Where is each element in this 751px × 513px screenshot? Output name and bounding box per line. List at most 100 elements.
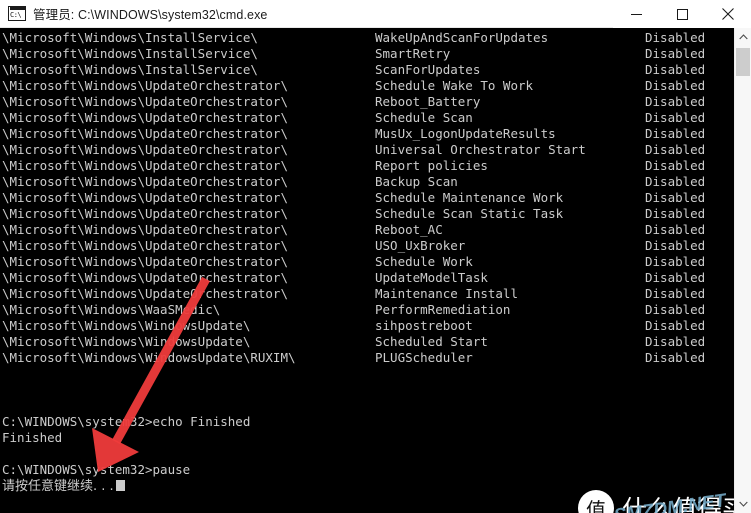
vertical-scrollbar[interactable] bbox=[734, 28, 751, 513]
task-path: \Microsoft\Windows\UpdateOrchestrator\ bbox=[2, 190, 288, 205]
task-state: Disabled bbox=[645, 78, 706, 93]
scroll-down-button[interactable] bbox=[735, 495, 751, 513]
task-path: \Microsoft\Windows\UpdateOrchestrator\ bbox=[2, 94, 288, 109]
task-path: \Microsoft\Windows\UpdateOrchestrator\ bbox=[2, 142, 288, 157]
task-state: Disabled bbox=[645, 254, 706, 269]
task-state: Disabled bbox=[645, 30, 706, 45]
task-name: WakeUpAndScanForUpdates bbox=[375, 30, 549, 45]
task-path: \Microsoft\Windows\UpdateOrchestrator\ bbox=[2, 174, 288, 189]
task-name: Schedule Scan bbox=[375, 110, 473, 125]
task-path: \Microsoft\Windows\UpdateOrchestrator\ bbox=[2, 126, 288, 141]
task-name: PLUGScheduler bbox=[375, 350, 473, 365]
task-row: \Microsoft\Windows\UpdateOrchestrator\ Sc… bbox=[0, 110, 734, 126]
smzdm-logo-icon: 值 bbox=[578, 490, 614, 513]
task-state: Disabled bbox=[645, 94, 706, 109]
prompt-line-echo: C:\WINDOWS\system32>echo Finished bbox=[2, 414, 251, 429]
task-path: \Microsoft\Windows\UpdateOrchestrator\ bbox=[2, 158, 288, 173]
task-state: Disabled bbox=[645, 270, 706, 285]
task-row: \Microsoft\Windows\UpdateOrchestrator\ Un… bbox=[0, 142, 734, 158]
pause-message-text: 请按任意键继续. . . bbox=[2, 479, 114, 494]
scrollbar-track[interactable] bbox=[735, 46, 751, 495]
scroll-down-icon bbox=[738, 501, 748, 507]
task-name: Maintenance Install bbox=[375, 286, 518, 301]
task-path: \Microsoft\Windows\InstallService\ bbox=[2, 30, 258, 45]
task-path: \Microsoft\Windows\WindowsUpdate\RUXIM\ bbox=[2, 350, 296, 365]
close-icon bbox=[722, 8, 734, 20]
minimize-button[interactable] bbox=[613, 0, 659, 28]
task-path: \Microsoft\Windows\UpdateOrchestrator\ bbox=[2, 78, 288, 93]
task-row: \Microsoft\Windows\UpdateOrchestrator\ Ba… bbox=[0, 174, 734, 190]
task-state: Disabled bbox=[645, 126, 706, 141]
task-row: \Microsoft\Windows\WindowsUpdate\ Schedul… bbox=[0, 334, 734, 350]
task-state: Disabled bbox=[645, 318, 706, 333]
task-name: USO_UxBroker bbox=[375, 238, 466, 253]
task-row: \Microsoft\Windows\WindowsUpdate\RUXIM\ P… bbox=[0, 350, 734, 366]
task-name: Schedule Wake To Work bbox=[375, 78, 534, 93]
task-path: \Microsoft\Windows\WindowsUpdate\ bbox=[2, 318, 251, 333]
pause-message-line: 请按任意键继续. . . bbox=[2, 478, 125, 495]
task-row: \Microsoft\Windows\UpdateOrchestrator\ Re… bbox=[0, 158, 734, 174]
task-path: \Microsoft\Windows\InstallService\ bbox=[2, 46, 258, 61]
prompt-line-pause: C:\WINDOWS\system32>pause bbox=[2, 462, 191, 477]
task-path: \Microsoft\Windows\UpdateOrchestrator\ bbox=[2, 254, 288, 269]
task-state: Disabled bbox=[645, 46, 706, 61]
task-name: MusUx_LogonUpdateResults bbox=[375, 126, 556, 141]
task-row: \Microsoft\Windows\InstallService\ SmartR… bbox=[0, 46, 734, 62]
scroll-up-button[interactable] bbox=[735, 28, 751, 46]
task-state: Disabled bbox=[645, 286, 706, 301]
title-bar: C:\ 管理员: C:\WINDOWS\system32\cmd.exe bbox=[0, 0, 751, 28]
maximize-button[interactable] bbox=[659, 0, 705, 28]
task-row: \Microsoft\Windows\UpdateOrchestrator\ Re… bbox=[0, 94, 734, 110]
task-name: Reboot_Battery bbox=[375, 94, 481, 109]
task-row: \Microsoft\Windows\WindowsUpdate\ sihpost… bbox=[0, 318, 734, 334]
cmd-icon-prompt-text: C:\ bbox=[10, 10, 22, 19]
minimize-icon bbox=[630, 13, 642, 15]
cmd-console-icon: C:\ bbox=[8, 5, 26, 22]
task-name: Report policies bbox=[375, 158, 488, 173]
task-name: PerformRemediation bbox=[375, 302, 511, 317]
task-name: SmartRetry bbox=[375, 46, 451, 61]
task-state: Disabled bbox=[645, 302, 706, 317]
task-state: Disabled bbox=[645, 62, 706, 77]
task-path: \Microsoft\Windows\WindowsUpdate\ bbox=[2, 334, 251, 349]
task-row: \Microsoft\Windows\WaaSMedic\ PerformReme… bbox=[0, 302, 734, 318]
task-row: \Microsoft\Windows\UpdateOrchestrator\ Sc… bbox=[0, 190, 734, 206]
task-name: Schedule Work bbox=[375, 254, 473, 269]
scroll-up-icon bbox=[738, 34, 748, 40]
task-row: \Microsoft\Windows\UpdateOrchestrator\ Ma… bbox=[0, 286, 734, 302]
task-row: \Microsoft\Windows\UpdateOrchestrator\ Sc… bbox=[0, 254, 734, 270]
task-row: \Microsoft\Windows\UpdateOrchestrator\ Sc… bbox=[0, 78, 734, 94]
task-row: \Microsoft\Windows\InstallService\ ScanFo… bbox=[0, 62, 734, 78]
task-path: \Microsoft\Windows\UpdateOrchestrator\ bbox=[2, 206, 288, 221]
task-path: \Microsoft\Windows\UpdateOrchestrator\ bbox=[2, 286, 288, 301]
task-state: Disabled bbox=[645, 350, 706, 365]
scroll-thumb[interactable] bbox=[736, 48, 750, 76]
task-state: Disabled bbox=[645, 158, 706, 173]
task-name: Backup Scan bbox=[375, 174, 458, 189]
task-state: Disabled bbox=[645, 238, 706, 253]
task-state: Disabled bbox=[645, 222, 706, 237]
task-state: Disabled bbox=[645, 110, 706, 125]
task-state: Disabled bbox=[645, 334, 706, 349]
window-title: 管理员: C:\WINDOWS\system32\cmd.exe bbox=[33, 8, 268, 22]
task-state: Disabled bbox=[645, 142, 706, 157]
task-name: ScanForUpdates bbox=[375, 62, 481, 77]
task-state: Disabled bbox=[645, 174, 706, 189]
task-row: \Microsoft\Windows\InstallService\ WakeUp… bbox=[0, 30, 734, 46]
task-row: \Microsoft\Windows\UpdateOrchestrator\ Re… bbox=[0, 222, 734, 238]
console-output-area[interactable]: \Microsoft\Windows\InstallService\ WakeUp… bbox=[0, 28, 734, 513]
text-cursor bbox=[115, 480, 125, 491]
task-name: Scheduled Start bbox=[375, 334, 488, 349]
task-row: \Microsoft\Windows\UpdateOrchestrator\ Up… bbox=[0, 270, 734, 286]
task-name: UpdateModelTask bbox=[375, 270, 488, 285]
task-path: \Microsoft\Windows\UpdateOrchestrator\ bbox=[2, 110, 288, 125]
task-path: \Microsoft\Windows\UpdateOrchestrator\ bbox=[2, 222, 288, 237]
close-button[interactable] bbox=[705, 0, 751, 28]
task-row: \Microsoft\Windows\UpdateOrchestrator\ Mu… bbox=[0, 126, 734, 142]
task-name: Universal Orchestrator Start bbox=[375, 142, 586, 157]
window-controls bbox=[613, 0, 751, 28]
maximize-icon bbox=[676, 8, 688, 20]
task-state: Disabled bbox=[645, 190, 706, 205]
echo-output-line: Finished bbox=[2, 430, 63, 445]
task-path: \Microsoft\Windows\UpdateOrchestrator\ bbox=[2, 270, 288, 285]
